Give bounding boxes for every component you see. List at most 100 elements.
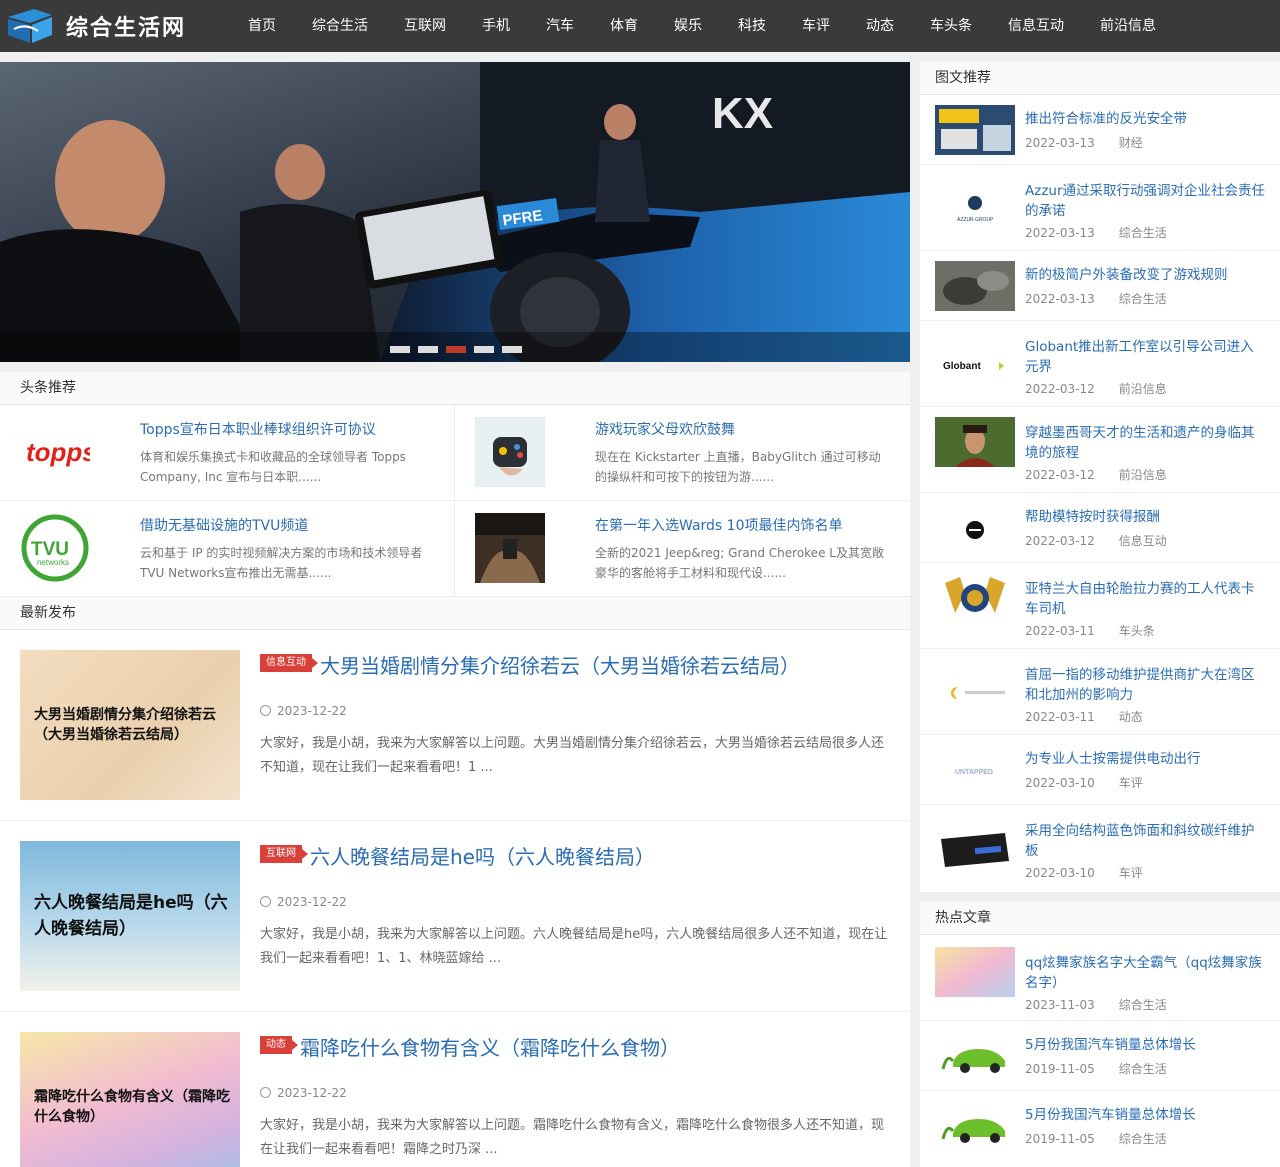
- picks-item[interactable]: 推出符合标准的反光安全带 2022-03-13 财经: [920, 95, 1280, 165]
- article-item[interactable]: 六人晚餐结局是he吗（六人晚餐结局） 互联网 六人晚餐结局是he吗（六人晚餐结局…: [0, 821, 910, 1012]
- main-nav: 首页 综合生活 互联网 手机 汽车 体育 娱乐 科技 车评 动态 车头条 信息互…: [230, 0, 1174, 52]
- slider-dot-1[interactable]: [390, 346, 410, 353]
- article-item[interactable]: 霜降吃什么食物有含义（霜降吃什么食物） 动态 霜降吃什么食物有含义（霜降吃什么食…: [0, 1012, 910, 1167]
- hot-title[interactable]: qq炫舞家族名字大全霸气（qq炫舞家族名字）: [1025, 953, 1265, 993]
- picks-thumb[interactable]: [935, 503, 1015, 553]
- picks-thumb[interactable]: [935, 105, 1015, 155]
- picks-thumb[interactable]: [935, 573, 1015, 623]
- article-title[interactable]: 霜降吃什么食物有含义（霜降吃什么食物）: [300, 1032, 680, 1061]
- slider-dot-2[interactable]: [418, 346, 438, 353]
- slider-dot-3[interactable]: [446, 346, 466, 353]
- picks-item[interactable]: 帮助模特按时获得报酬 2022-03-12 信息互动: [920, 493, 1280, 563]
- nav-item-phone[interactable]: 手机: [464, 0, 528, 52]
- picks-title[interactable]: 采用全向结构蓝色饰面和斜纹碳纤维护板: [1025, 821, 1265, 861]
- picks-thumb[interactable]: AZZUR GROUP: [935, 183, 1015, 233]
- article-title[interactable]: 六人晚餐结局是he吗（六人晚餐结局）: [310, 841, 655, 870]
- picks-thumb[interactable]: Globant: [935, 339, 1015, 389]
- picks-thumb[interactable]: [935, 417, 1015, 467]
- nav-item-sports[interactable]: 体育: [592, 0, 656, 52]
- hot-meta: 2023-11-03 综合生活: [1025, 998, 1167, 1012]
- green-car-image: [935, 1031, 1015, 1081]
- headline-thumb-topps[interactable]: topps: [20, 417, 90, 487]
- hot-item[interactable]: 5月份我国汽车销量总体增长 2019-11-05 综合生活: [920, 1091, 1280, 1161]
- clock-icon: [260, 1087, 271, 1098]
- picks-meta: 2022-03-12 前沿信息: [1025, 382, 1167, 396]
- article-image-caption: 大男当婚剧情分集介绍徐若云（大男当婚徐若云结局）: [34, 707, 216, 743]
- picks-title[interactable]: 亚特兰大自由轮胎拉力赛的工人代表卡车司机: [1025, 579, 1265, 619]
- picks-panel: 图文推荐 推出符合标准的反光安全带 2022-03-13 财经 AZZUR GRO…: [920, 62, 1280, 892]
- picks-item[interactable]: 采用全向结构蓝色饰面和斜纹碳纤维护板 2022-03-10 车评: [920, 805, 1280, 891]
- picks-item[interactable]: Globant Globant推出新工作室以引导公司进入元界 2022-03-1…: [920, 321, 1280, 407]
- carbon-case-image: [935, 823, 1015, 873]
- nav-item-interaction[interactable]: 信息互动: [990, 0, 1082, 52]
- nav-item-news[interactable]: 动态: [848, 0, 912, 52]
- hot-thumb[interactable]: [935, 1101, 1015, 1151]
- picks-title[interactable]: 推出符合标准的反光安全带: [1025, 109, 1265, 129]
- headline-item[interactable]: 在第一年入选Wards 10项最佳内饰名单 全新的2021 Jeep&reg; …: [455, 501, 910, 597]
- slider-dot-5[interactable]: [502, 346, 522, 353]
- hot-thumb[interactable]: [935, 1031, 1015, 1081]
- picks-title[interactable]: 帮助模特按时获得报酬: [1025, 507, 1265, 527]
- article-image[interactable]: 六人晚餐结局是he吗（六人晚餐结局）: [20, 841, 240, 991]
- picks-item[interactable]: 亚特兰大自由轮胎拉力赛的工人代表卡车司机 2022-03-11 车头条: [920, 563, 1280, 649]
- headline-item[interactable]: topps Topps宣布日本职业棒球组织许可协议 体育和娱乐集换式卡和收藏品的…: [0, 405, 455, 501]
- picks-thumb[interactable]: [935, 667, 1015, 717]
- svg-text:KX: KX: [712, 89, 773, 138]
- picks-meta: 2022-03-10 车评: [1025, 776, 1143, 790]
- article-item[interactable]: 大男当婚剧情分集介绍徐若云（大男当婚徐若云结局） 信息互动 大男当婚剧情分集介绍…: [0, 630, 910, 821]
- article-title[interactable]: 大男当婚剧情分集介绍徐若云（大男当婚徐若云结局）: [320, 650, 800, 679]
- article-image[interactable]: 大男当婚剧情分集介绍徐若云（大男当婚徐若云结局）: [20, 650, 240, 800]
- nav-item-home[interactable]: 首页: [230, 0, 294, 52]
- hot-item[interactable]: 5月份我国汽车销量总体增长 2019-11-05 综合生活: [920, 1021, 1280, 1091]
- article-tag[interactable]: 信息互动: [260, 654, 318, 672]
- article-summary: 大家好，我是小胡，我来为大家解答以上问题。大男当婚剧情分集介绍徐若云，大男当婚徐…: [260, 736, 885, 775]
- picks-item[interactable]: 首屈一指的移动维护提供商扩大在湾区和北加州的影响力 2022-03-11 动态: [920, 649, 1280, 735]
- hot-title[interactable]: 5月份我国汽车销量总体增长: [1025, 1035, 1265, 1055]
- nav-item-car-headline[interactable]: 车头条: [912, 0, 990, 52]
- headline-thumb-tvu[interactable]: TVU networks: [20, 513, 90, 583]
- headline-title[interactable]: 借助无基础设施的TVU频道: [140, 515, 440, 535]
- article-tag[interactable]: 动态: [260, 1036, 298, 1054]
- hot-meta: 2019-11-05 综合生活: [1025, 1062, 1167, 1076]
- headline-title[interactable]: 在第一年入选Wards 10项最佳内饰名单: [595, 515, 895, 535]
- picks-thumb[interactable]: [935, 261, 1015, 311]
- headline-title[interactable]: Topps宣布日本职业棒球组织许可协议: [140, 419, 440, 439]
- picks-item[interactable]: 穿越墨西哥天才的生活和遗产的身临其境的旅程 2022-03-12 前沿信息: [920, 407, 1280, 493]
- article-image[interactable]: 霜降吃什么食物有含义（霜降吃什么食物）: [20, 1032, 240, 1167]
- globant-logo-icon: Globant: [935, 339, 1015, 389]
- picks-thumb[interactable]: UNTAPPED: [935, 745, 1015, 795]
- picks-title[interactable]: Azzur通过采取行动强调对企业社会责任的承诺: [1025, 181, 1265, 221]
- picks-title[interactable]: 穿越墨西哥天才的生活和遗产的身临其境的旅程: [1025, 423, 1265, 463]
- hot-thumb[interactable]: [935, 947, 1015, 997]
- teamsters-logo-icon: [935, 573, 1015, 623]
- nav-item-car-review[interactable]: 车评: [784, 0, 848, 52]
- headline-title[interactable]: 游戏玩家父母欢欣鼓舞: [595, 419, 895, 439]
- hero-slider[interactable]: KX PFRE: [0, 62, 910, 362]
- article-tag[interactable]: 互联网: [260, 845, 308, 863]
- picks-title[interactable]: 新的极简户外装备改变了游戏规则: [1025, 265, 1265, 285]
- nav-item-life[interactable]: 综合生活: [294, 0, 386, 52]
- article-date: 2023-12-22: [260, 895, 347, 909]
- picks-title[interactable]: Globant推出新工作室以引导公司进入元界: [1025, 337, 1265, 377]
- site-logo[interactable]: 综合生活网: [4, 4, 224, 48]
- headline-desc: 全新的2021 Jeep&reg; Grand Cherokee L及其宽敞豪华…: [595, 546, 884, 580]
- headline-item[interactable]: 游戏玩家父母欢欣鼓舞 现在在 Kickstarter 上直播，BabyGlitc…: [455, 405, 910, 501]
- nav-item-auto[interactable]: 汽车: [528, 0, 592, 52]
- nav-item-internet[interactable]: 互联网: [386, 0, 464, 52]
- picks-item[interactable]: AZZUR GROUP Azzur通过采取行动强调对企业社会责任的承诺 2022…: [920, 165, 1280, 251]
- headline-desc: 体育和娱乐集换式卡和收藏品的全球领导者 Topps Company, Inc 宣…: [140, 450, 406, 484]
- slider-dot-4[interactable]: [474, 346, 494, 353]
- picks-thumb[interactable]: [935, 823, 1015, 873]
- nav-item-frontier[interactable]: 前沿信息: [1082, 0, 1174, 52]
- headline-item[interactable]: TVU networks 借助无基础设施的TVU频道 云和基于 IP 的实时视频…: [0, 501, 455, 597]
- picks-title[interactable]: 首屈一指的移动维护提供商扩大在湾区和北加州的影响力: [1025, 665, 1265, 705]
- headline-thumb-interior[interactable]: [475, 513, 545, 583]
- picks-title[interactable]: 为专业人士按需提供电动出行: [1025, 749, 1265, 769]
- nav-item-tech[interactable]: 科技: [720, 0, 784, 52]
- picks-item[interactable]: UNTAPPED 为专业人士按需提供电动出行 2022-03-10 车评: [920, 735, 1280, 805]
- picks-item[interactable]: 新的极简户外装备改变了游戏规则 2022-03-13 综合生活: [920, 251, 1280, 321]
- hot-item[interactable]: qq炫舞家族名字大全霸气（qq炫舞家族名字） 2023-11-03 综合生活: [920, 935, 1280, 1021]
- hot-title[interactable]: 5月份我国汽车销量总体增长: [1025, 1105, 1265, 1125]
- nav-item-entertainment[interactable]: 娱乐: [656, 0, 720, 52]
- headline-thumb-controller[interactable]: [475, 417, 545, 487]
